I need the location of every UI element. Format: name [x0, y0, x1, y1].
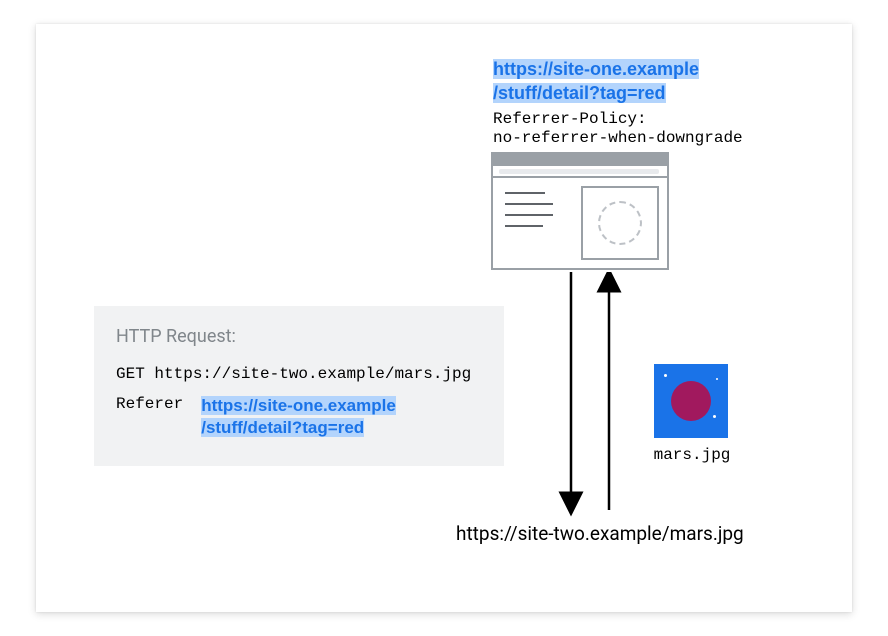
origin-url-line1: https://site-one.example	[493, 59, 699, 79]
origin-url: https://site-one.example /stuff/detail?t…	[493, 58, 699, 105]
referrer-policy-text: Referrer-Policy: no-referrer-when-downgr…	[493, 110, 743, 148]
policy-line1: Referrer-Policy:	[493, 110, 743, 129]
origin-url-line2: /stuff/detail?tag=red	[493, 83, 666, 103]
referer-label: Referer	[116, 395, 183, 413]
browser-urlbar	[491, 166, 669, 178]
referer-line2: /stuff/detail?tag=red	[201, 418, 364, 437]
planet-icon	[671, 381, 711, 421]
mars-icon	[654, 364, 728, 438]
destination-url: https://site-two.example/mars.jpg	[456, 522, 744, 545]
request-response-arrows-icon	[551, 272, 631, 520]
policy-line2: no-referrer-when-downgrade	[493, 129, 743, 148]
http-request-box: HTTP Request: GET https://site-two.examp…	[94, 306, 504, 466]
referer-value: https://site-one.example /stuff/detail?t…	[201, 395, 396, 439]
browser-titlebar	[491, 152, 669, 166]
dashed-circle-icon	[598, 201, 642, 245]
http-request-title: HTTP Request:	[116, 326, 482, 347]
image-placeholder-icon	[581, 186, 659, 260]
browser-body	[491, 178, 669, 270]
text-lines-icon	[505, 192, 553, 236]
http-get-line: GET https://site-two.example/mars.jpg	[116, 365, 482, 383]
referer-line1: https://site-one.example	[201, 396, 396, 415]
http-referer-line: Referer https://site-one.example /stuff/…	[116, 395, 482, 439]
mars-filename: mars.jpg	[652, 446, 732, 464]
browser-window-icon	[491, 152, 669, 272]
diagram-card: https://site-one.example /stuff/detail?t…	[36, 24, 852, 612]
